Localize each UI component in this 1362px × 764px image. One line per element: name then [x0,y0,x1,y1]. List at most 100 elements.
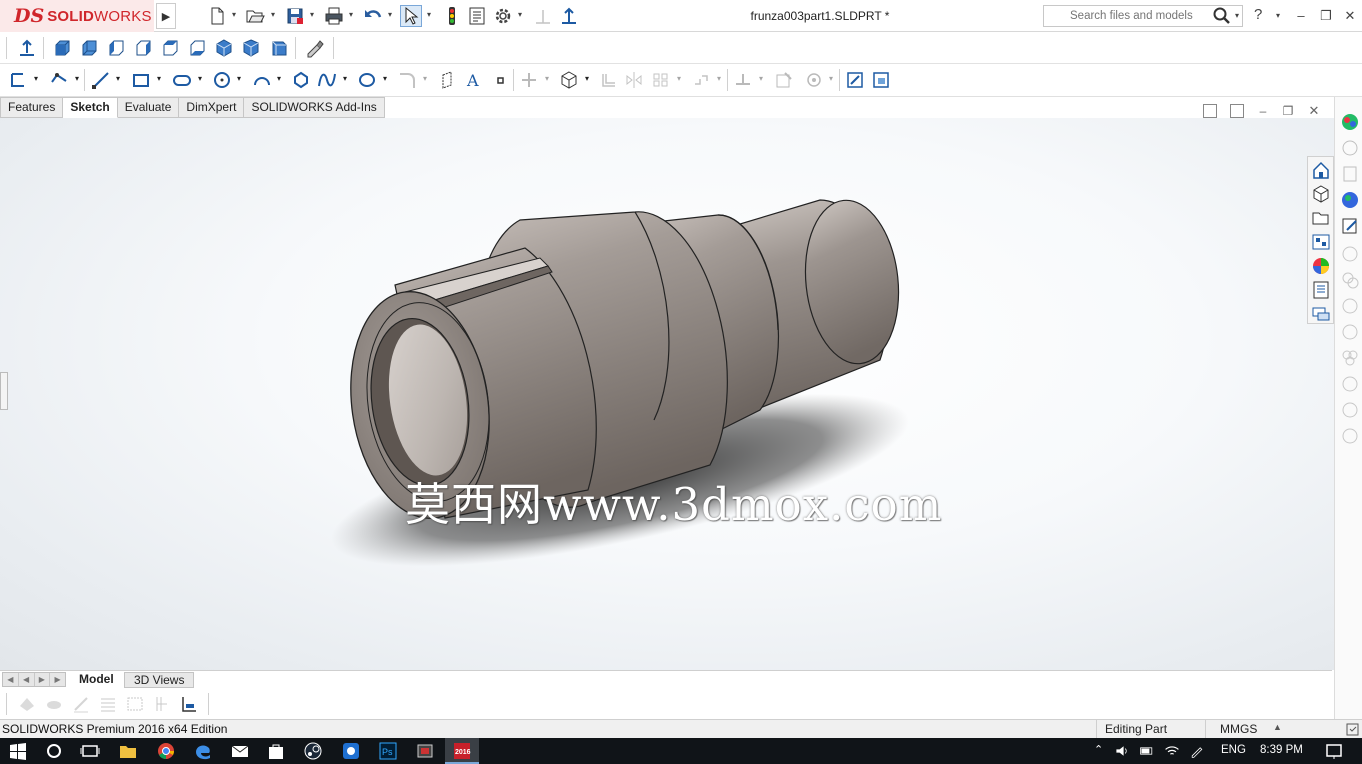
convert-dropdown-icon[interactable]: ▾ [585,74,589,83]
undo-dropdown-icon[interactable]: ▾ [388,10,392,19]
rectangle-dropdown-icon[interactable]: ▾ [157,74,161,83]
volume-icon[interactable] [1114,741,1130,761]
new-dropdown-icon[interactable]: ▾ [232,10,236,19]
photoshop-icon[interactable]: Ps [378,741,398,761]
viewport-tile-left-icon[interactable] [1203,104,1217,118]
viewport-tile-right-icon[interactable] [1230,104,1244,118]
select-pointer-icon[interactable] [400,5,422,27]
tab-features[interactable]: Features [0,97,64,118]
arc-icon[interactable] [251,69,273,91]
menu-expand-button[interactable]: ▶ [156,3,176,29]
spline-icon[interactable] [316,69,338,91]
file-explorer-icon[interactable] [1340,164,1360,184]
forum-icon[interactable] [1311,304,1331,324]
print-icon[interactable] [323,5,345,27]
slot-dropdown-icon[interactable]: ▾ [198,74,202,83]
custom-properties-icon[interactable] [1311,280,1331,300]
view-normal-to-icon[interactable] [558,5,580,27]
undo-icon[interactable] [362,5,384,27]
save-dropdown-icon[interactable]: ▾ [310,10,314,19]
chrome-icon[interactable] [156,741,176,761]
spline-dropdown-icon[interactable]: ▾ [343,74,347,83]
slot-icon[interactable] [171,69,193,91]
new-document-icon[interactable] [206,5,228,27]
polygon-icon[interactable] [290,69,312,91]
smart-dimension-icon[interactable] [48,69,70,91]
solidworks-taskbar-button[interactable]: 2016 [445,738,479,764]
save-icon[interactable] [284,5,306,27]
steam-icon[interactable] [303,741,323,761]
dimetric-view-icon[interactable] [267,37,289,59]
tab-addins[interactable]: SOLIDWORKS Add-Ins [244,97,385,118]
last-tab-arrow-icon[interactable]: ▶ [50,673,65,686]
pane-tool-3-icon[interactable] [1340,296,1360,316]
pane-tool-8-icon[interactable] [1340,426,1360,446]
top-view-icon[interactable] [159,37,181,59]
options-gear-icon[interactable] [492,5,514,27]
battery-icon[interactable] [1139,741,1155,761]
pane-tool-4-icon[interactable] [1340,322,1360,342]
next-tab-arrow-icon[interactable]: ▶ [35,673,51,686]
appearances-pane-icon[interactable] [1340,216,1360,236]
pen-ink-icon[interactable] [1189,741,1205,761]
ellipse-icon[interactable] [356,69,378,91]
graphics-area[interactable]: 莫西网www.3dmox.com Y X Z [0,118,1334,670]
dimension-dropdown-icon[interactable]: ▾ [75,74,79,83]
view-selector-icon[interactable] [303,37,325,59]
trimetric-view-icon[interactable] [240,37,262,59]
units-dropdown-icon[interactable]: ▲ [1273,722,1282,732]
help-dropdown-icon[interactable]: ▾ [1276,11,1280,20]
ellipse-dropdown-icon[interactable]: ▾ [383,74,387,83]
media-app-icon[interactable] [415,741,435,761]
action-center-icon[interactable] [1324,741,1344,761]
instant-2d-icon[interactable] [870,69,892,91]
edge-browser-icon[interactable] [193,741,213,761]
tab-3d-views[interactable]: 3D Views [124,672,195,688]
viewport-restore-icon[interactable]: ❐ [1281,104,1295,118]
solidworks-logo[interactable]: DS SOLIDWORKS [0,0,154,32]
cortana-search-icon[interactable] [44,741,64,761]
sketch-dropdown-icon[interactable]: ▾ [34,74,38,83]
plane-icon[interactable] [438,69,460,91]
restore-button[interactable]: ❐ [1318,8,1334,24]
select-dropdown-icon[interactable]: ▾ [427,10,431,19]
solidworks-resources-icon[interactable] [1340,112,1360,132]
first-tab-arrow-icon[interactable]: ◀ [3,673,19,686]
back-view-icon[interactable] [78,37,100,59]
home-view-icon[interactable] [1311,160,1331,180]
close-button[interactable]: ✕ [1342,8,1358,24]
arc-dropdown-icon[interactable]: ▾ [277,74,281,83]
open-document-icon[interactable] [244,5,266,27]
tab-dimxpert[interactable]: DimXpert [179,97,245,118]
prev-tab-arrow-icon[interactable]: ◀ [19,673,35,686]
search-dropdown-icon[interactable]: ▾ [1235,11,1239,20]
tab-sketch[interactable]: Sketch [63,97,118,118]
tab-model[interactable]: Model [72,671,121,688]
wifi-icon[interactable] [1164,741,1180,761]
feature-tree-handle[interactable] [0,372,8,410]
line-icon[interactable] [90,69,112,91]
isometric-view-icon[interactable] [213,37,235,59]
pane-tool-7-icon[interactable] [1340,400,1360,420]
circle-dropdown-icon[interactable]: ▾ [237,74,241,83]
normal-to-icon[interactable] [16,37,38,59]
left-view-icon[interactable] [105,37,127,59]
point-icon[interactable] [489,69,511,91]
customize-status-icon[interactable] [1345,722,1360,737]
right-view-icon[interactable] [132,37,154,59]
windows-start-icon[interactable] [8,741,28,761]
front-view-icon[interactable] [51,37,73,59]
view-palette-pane-icon[interactable] [1340,190,1360,210]
pane-tool-1-icon[interactable] [1340,244,1360,264]
rebuild-traffic-light-icon[interactable] [441,5,463,27]
mail-icon[interactable] [230,741,250,761]
design-library-icon[interactable] [1340,138,1360,158]
sketch-icon[interactable] [8,69,30,91]
view-palette-icon[interactable] [1311,232,1331,252]
file-properties-icon[interactable] [466,5,488,27]
pane-tool-2-icon[interactable] [1340,270,1360,290]
tray-expand-icon[interactable]: ⌃ [1094,743,1103,756]
part-model[interactable] [0,118,1334,670]
bottom-view-icon[interactable] [186,37,208,59]
search-icon[interactable] [1212,6,1232,26]
